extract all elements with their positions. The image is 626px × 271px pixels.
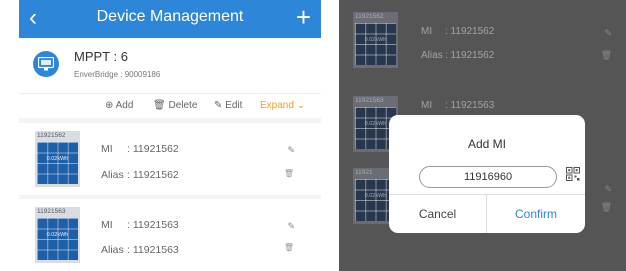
trash-icon[interactable]: 🗑 bbox=[284, 243, 294, 252]
add-device-button[interactable]: + bbox=[296, 2, 311, 32]
mi-list-item[interactable]: 11921562 0.02kWh MI : 11921562 Alias : 1… bbox=[19, 123, 321, 195]
alias-label: Alias bbox=[101, 244, 124, 256]
mi-list-item: 11921562 0.02kWh MI : 11921562 Alias : 1… bbox=[339, 4, 626, 74]
delete-button[interactable]: 🗑 Delete bbox=[153, 100, 197, 111]
panel-id: 11921562 bbox=[37, 132, 66, 139]
solar-panel-icon: 11921562 0.02kWh bbox=[353, 12, 398, 68]
confirm-button[interactable]: Confirm bbox=[487, 195, 585, 233]
trash-icon: 🗑 bbox=[600, 50, 612, 60]
alias-label: Alias bbox=[421, 50, 443, 61]
mi-row: MI : 11921562 bbox=[101, 143, 179, 155]
edit-alias-icon: ✎ bbox=[604, 28, 612, 38]
dialog-title: Add MI bbox=[467, 137, 506, 151]
mppt-device-icon bbox=[33, 51, 59, 77]
panel-energy: 0.02kWh bbox=[364, 37, 387, 43]
action-bar: ⊕ Add 🗑 Delete ✎ Edit Expand ⌄ bbox=[19, 93, 321, 118]
mi-row: MI : 11921562 bbox=[421, 26, 494, 37]
mi-label: MI bbox=[101, 219, 113, 231]
solar-panel-icon: 11921563 0.02kWh bbox=[35, 207, 80, 263]
panel-id: 11921563 bbox=[37, 208, 66, 215]
enverbridge-id: EnverBridge : 90009186 bbox=[74, 70, 161, 79]
mi-value: : 11921562 bbox=[127, 143, 179, 155]
panel-energy: 0.02kWh bbox=[46, 232, 69, 238]
dialog-buttons: Cancel Confirm bbox=[389, 194, 585, 233]
mi-label: MI bbox=[421, 26, 433, 37]
edit-alias-icon[interactable]: ✎ bbox=[287, 221, 295, 232]
device-management-screen: ‹ Device Management + MPPT : 6 EnverBrid… bbox=[19, 0, 321, 271]
mi-id-input[interactable]: 11916960 bbox=[419, 166, 557, 188]
panel-id: 11921563 bbox=[355, 97, 384, 104]
add-mi-dialog: Add MI 11916960 Cancel Confirm bbox=[389, 115, 585, 233]
cancel-button[interactable]: Cancel bbox=[389, 195, 487, 233]
page-title: Device Management bbox=[96, 8, 244, 25]
device-card[interactable]: MPPT : 6 EnverBridge : 90009186 bbox=[19, 38, 321, 93]
solar-panel-icon: 11921562 0.02kWh bbox=[35, 131, 80, 187]
mi-value: : 11921562 bbox=[445, 26, 495, 37]
qr-scan-icon[interactable] bbox=[566, 167, 580, 181]
panel-cells: 0.02kWh bbox=[37, 218, 78, 260]
alias-row: Alias : 11921562 bbox=[101, 169, 179, 181]
mi-label: MI bbox=[421, 100, 433, 111]
mi-row: MI : 11921563 bbox=[421, 100, 494, 111]
expand-button[interactable]: Expand ⌄ bbox=[260, 100, 305, 111]
panel-cells: 0.02kWh bbox=[355, 23, 396, 65]
app-header: ‹ Device Management + bbox=[19, 0, 321, 38]
device-name: MPPT : 6 bbox=[74, 49, 128, 64]
alias-value: : 11921562 bbox=[127, 169, 179, 181]
panel-energy: 0.02kWh bbox=[46, 156, 69, 162]
alias-row: Alias : 11921562 bbox=[421, 50, 494, 61]
panel-cells: 0.02kWh bbox=[37, 142, 78, 184]
mi-list-item[interactable]: 11921563 0.02kWh MI : 11921563 Alias : 1… bbox=[19, 199, 321, 271]
panel-id: 11921 bbox=[355, 169, 373, 176]
alias-label: Alias bbox=[101, 169, 124, 181]
mi-row: MI : 11921563 bbox=[101, 219, 179, 231]
edit-alias-icon: ✎ bbox=[604, 184, 612, 194]
add-button[interactable]: ⊕ Add bbox=[105, 100, 133, 111]
alias-value: : 11921562 bbox=[445, 50, 495, 61]
mi-value: : 11921563 bbox=[445, 100, 495, 111]
alias-value: : 11921563 bbox=[127, 244, 179, 256]
trash-icon: 🗑 bbox=[600, 202, 612, 212]
alias-row: Alias : 11921563 bbox=[101, 244, 179, 256]
edit-button[interactable]: ✎ Edit bbox=[214, 100, 242, 111]
trash-icon[interactable]: 🗑 bbox=[284, 169, 294, 178]
panel-id: 11921562 bbox=[355, 13, 384, 20]
edit-alias-icon[interactable]: ✎ bbox=[287, 145, 295, 156]
mi-label: MI bbox=[101, 143, 113, 155]
mi-value: : 11921563 bbox=[127, 219, 179, 231]
